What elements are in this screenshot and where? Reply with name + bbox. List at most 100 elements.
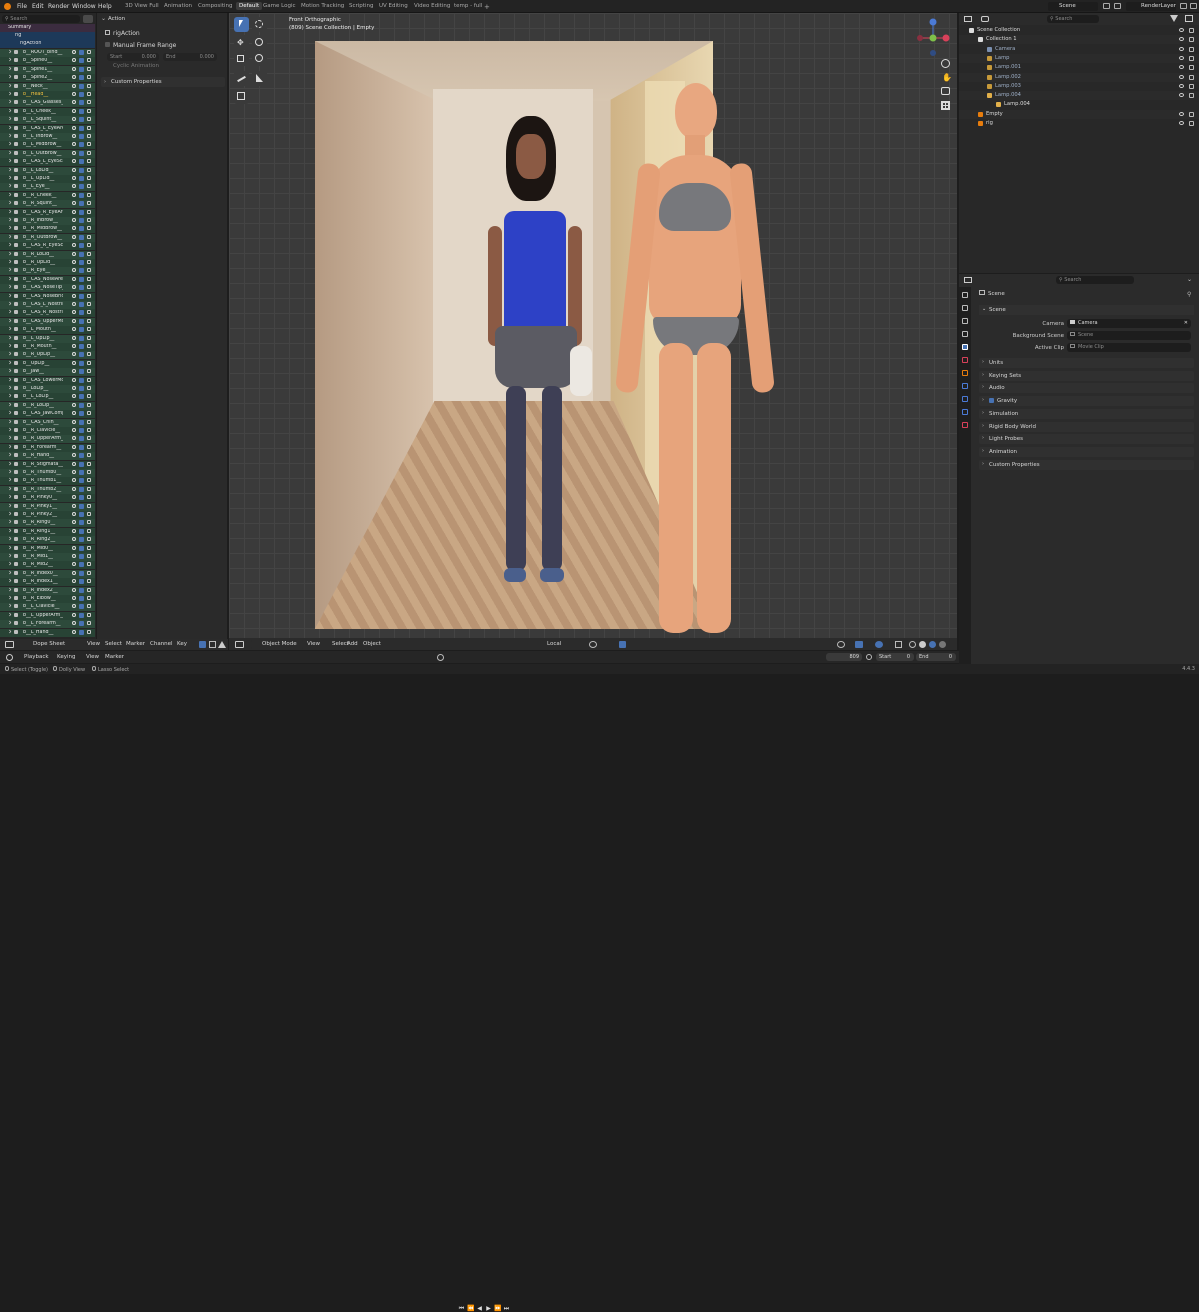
channel-checkbox-icon[interactable] [79, 495, 84, 501]
bone-channel-row[interactable]: b__R_Ring1__ [0, 527, 95, 536]
wrench-icon[interactable] [72, 310, 76, 315]
channel-checkbox-icon[interactable] [79, 125, 84, 131]
expand-arrow-icon[interactable] [7, 351, 12, 357]
expand-arrow-icon[interactable] [7, 217, 12, 222]
expand-arrow-icon[interactable] [7, 544, 12, 550]
warning-icon[interactable] [218, 641, 226, 648]
render-camera-icon[interactable] [1189, 55, 1194, 61]
xray-icon[interactable] [895, 641, 902, 648]
expand-arrow-icon[interactable] [7, 603, 12, 609]
expand-arrow-icon[interactable] [7, 284, 12, 289]
wrench-icon[interactable] [72, 335, 76, 340]
lock-icon[interactable] [87, 234, 91, 239]
wrench-icon[interactable] [72, 545, 76, 550]
render-camera-icon[interactable] [1189, 37, 1194, 43]
data-icon[interactable] [962, 422, 968, 428]
wrench-icon[interactable] [72, 537, 76, 542]
measure-tool[interactable] [252, 71, 267, 86]
panel-keying-sets[interactable]: › Keying Sets [979, 370, 1194, 381]
lock-icon[interactable] [87, 66, 91, 71]
lock-icon[interactable] [87, 621, 91, 626]
channel-checkbox-icon[interactable] [79, 386, 84, 391]
lock-icon[interactable] [87, 100, 91, 105]
shading-rendered-icon[interactable] [939, 641, 946, 648]
channel-checkbox-icon[interactable] [79, 310, 84, 316]
panel-animation[interactable]: › Animation [979, 446, 1194, 457]
outliner-row[interactable]: Lamp.004 [959, 91, 1199, 101]
dope-mode-selector[interactable]: Dope Sheet [22, 640, 78, 649]
snap-icon[interactable] [589, 641, 597, 648]
expand-arrow-icon[interactable] [7, 595, 12, 600]
new-scene-icon[interactable] [1103, 3, 1110, 9]
wrench-icon[interactable] [72, 276, 76, 281]
expand-arrow-icon[interactable] [7, 175, 12, 180]
scale-tool[interactable] [234, 51, 249, 66]
timeline-end-field[interactable]: End 0 [916, 653, 956, 661]
bone-channel-row[interactable]: b__L_MidBrow__ [0, 141, 95, 150]
expand-arrow-icon[interactable] [7, 519, 12, 525]
expand-arrow-icon[interactable] [7, 250, 12, 256]
channel-checkbox-icon[interactable] [79, 537, 84, 543]
wrench-icon[interactable] [72, 293, 76, 298]
bone-channel-row[interactable]: b__R_Pinky1__ [0, 502, 95, 511]
render-layer-selector[interactable]: RenderLayer [1126, 2, 1176, 11]
channel-checkbox-icon[interactable] [79, 520, 84, 526]
visibility-eye-icon[interactable] [1179, 28, 1184, 32]
wrench-icon[interactable] [72, 562, 76, 567]
zoom-icon[interactable] [941, 59, 950, 68]
action-name-field[interactable]: rigAction [105, 30, 221, 39]
expand-arrow-icon[interactable] [7, 536, 12, 541]
bone-channel-row[interactable]: b__L_Eye__ [0, 183, 95, 192]
bone-channel-row[interactable]: b__R_Thumb0__ [0, 469, 95, 477]
character-model[interactable] [611, 83, 775, 639]
channel-checkbox-icon[interactable] [79, 159, 84, 165]
bone-channel-row[interactable]: b__R_Pinky0__ [0, 494, 95, 503]
expand-arrow-icon[interactable] [7, 276, 12, 281]
bone-channel-row[interactable]: b__R_Index2__ [0, 586, 95, 595]
lock-icon[interactable] [87, 310, 91, 315]
background-scene-field[interactable]: Scene [1067, 331, 1191, 340]
panel-simulation[interactable]: › Simulation [979, 408, 1194, 419]
expand-arrow-icon[interactable] [7, 612, 12, 617]
bone-channel-row[interactable]: b__CAS_Chin__ [0, 418, 95, 427]
wrench-icon[interactable] [72, 58, 76, 63]
channel-checkbox-icon[interactable] [79, 201, 84, 207]
expand-arrow-icon[interactable] [7, 141, 12, 147]
lock-icon[interactable] [87, 184, 91, 189]
channel-checkbox-icon[interactable] [79, 318, 84, 324]
lock-icon[interactable] [87, 470, 91, 474]
bone-channel-row[interactable]: b__L_UpLip__ [0, 334, 95, 343]
expand-arrow-icon[interactable] [7, 477, 12, 483]
workspace-tab-video-editing[interactable]: Video Editing [414, 3, 450, 9]
wrench-icon[interactable] [72, 344, 76, 348]
expand-arrow-icon[interactable] [7, 267, 12, 273]
lock-icon[interactable] [87, 579, 91, 584]
panel-audio[interactable]: › Audio [979, 383, 1194, 394]
bone-channel-row[interactable]: b__ROOT_bind__ [0, 49, 95, 57]
wrench-icon[interactable] [72, 66, 76, 71]
channel-checkbox-icon[interactable] [79, 621, 84, 627]
channel-checkbox-icon[interactable] [79, 486, 84, 492]
wrench-icon[interactable] [72, 184, 76, 189]
channel-checkbox-icon[interactable] [79, 260, 84, 265]
lock-icon[interactable] [87, 276, 91, 281]
new-collection-icon[interactable] [1185, 15, 1193, 22]
visibility-eye-icon[interactable] [1179, 55, 1184, 60]
expand-arrow-icon[interactable] [7, 561, 12, 567]
wrench-icon[interactable] [72, 419, 76, 424]
next-key-icon[interactable]: ⏩ [494, 1306, 501, 1312]
lock-icon[interactable] [87, 302, 91, 306]
lock-icon[interactable] [87, 428, 91, 432]
viewport-menu-view[interactable]: View [307, 641, 320, 647]
scene-selector[interactable]: Scene [1048, 2, 1098, 11]
channel-checkbox-icon[interactable] [79, 629, 84, 635]
channel-checkbox-icon[interactable] [79, 167, 84, 173]
channel-checkbox-icon[interactable] [79, 570, 84, 576]
channel-checkbox-icon[interactable] [79, 444, 84, 450]
render-camera-icon[interactable] [1189, 46, 1194, 52]
expand-arrow-icon[interactable] [7, 376, 12, 382]
expand-arrow-icon[interactable] [7, 360, 12, 365]
wrench-icon[interactable] [72, 520, 76, 525]
menu-edit[interactable]: Edit [32, 3, 44, 10]
bone-channel-row[interactable]: b__CAS_LowerMouth__ [0, 376, 95, 385]
